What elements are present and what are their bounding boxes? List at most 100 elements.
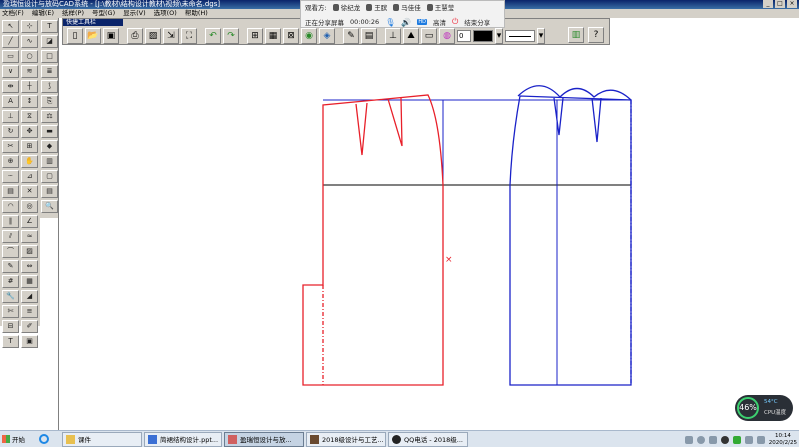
stop-share-button[interactable]: 结束分享 (464, 17, 490, 27)
rect-tool-icon[interactable]: ▭ (2, 50, 19, 63)
arc-tool-icon[interactable]: ◠ (2, 200, 19, 213)
qq-tray-icon[interactable] (720, 435, 729, 444)
line-width-input[interactable]: 0 (457, 30, 471, 42)
drawing-canvas[interactable]: × (59, 45, 799, 430)
spiral-icon[interactable]: ◎ (21, 200, 38, 213)
circle-tool-icon[interactable]: ○ (21, 50, 38, 63)
ruler-grid-icon[interactable]: ▥ (568, 27, 584, 43)
ie-browser-icon[interactable] (39, 434, 49, 444)
security-icon[interactable] (732, 435, 741, 444)
ruffle-icon[interactable]: ≈ (21, 230, 38, 243)
rotate-icon[interactable]: ↻ (2, 125, 19, 138)
keyboard-icon[interactable] (684, 435, 693, 444)
undo-icon[interactable]: ↶ (205, 28, 221, 44)
start-button[interactable]: 开始 (0, 432, 30, 447)
panel-icon[interactable]: ▤ (41, 185, 58, 198)
help-icon[interactable]: ? (588, 27, 604, 43)
frame-icon[interactable]: ▣ (21, 335, 38, 348)
menu-options[interactable]: 选项(O) (154, 9, 177, 18)
select-arrow-icon[interactable]: ↖ (2, 20, 19, 33)
scissors-icon[interactable]: ✄ (2, 305, 19, 318)
angle-icon[interactable]: ∠ (21, 215, 38, 228)
layers-icon[interactable]: ≡ (21, 305, 38, 318)
volume-icon[interactable] (756, 435, 765, 444)
pleat-tool-icon[interactable]: ≋ (21, 65, 38, 78)
task-item-ppt[interactable]: 简裙结构设计.ppt... (144, 431, 222, 447)
task-item-cad[interactable]: 盈瑞恒设计与放... (224, 431, 304, 447)
merge-icon[interactable]: ⊞ (21, 140, 38, 153)
open-folder-icon[interactable]: 📂 (85, 28, 101, 44)
table-view-icon[interactable]: ▤ (361, 28, 377, 44)
chevron-down-icon[interactable]: ▾ (495, 28, 503, 44)
magnify-icon[interactable]: 🔍 (41, 200, 58, 213)
plot-icon[interactable]: ▨ (145, 28, 161, 44)
fullscreen-icon[interactable]: ⛶ (181, 28, 197, 44)
grade-icon[interactable]: ⊿ (21, 170, 38, 183)
mirror-icon[interactable]: ⧖ (21, 110, 38, 123)
zoom-icon[interactable]: ⊕ (2, 155, 19, 168)
copy-icon[interactable]: ⎘ (41, 95, 58, 108)
dart-tool-icon[interactable]: ∨ (2, 65, 19, 78)
ime-icon[interactable] (708, 435, 717, 444)
grain-line-icon[interactable]: ↕ (21, 95, 38, 108)
line-type-picker[interactable] (505, 30, 535, 42)
menu-file[interactable]: 文档(F) (2, 9, 24, 18)
seam-icon[interactable]: ┄ (2, 170, 19, 183)
label-icon[interactable]: ▤ (2, 185, 19, 198)
measure-icon[interactable]: ⇹ (2, 80, 19, 93)
move-icon[interactable]: ✥ (21, 125, 38, 138)
point-select-icon[interactable]: ⊹ (21, 20, 38, 33)
fill-icon[interactable]: ▨ (21, 245, 38, 258)
line-tool-icon[interactable]: ╱ (2, 35, 19, 48)
print-icon[interactable]: ⎙ (127, 28, 143, 44)
shape-icon[interactable]: ◆ (41, 140, 58, 153)
front-skirt-pattern[interactable] (302, 94, 444, 386)
text-icon[interactable]: T (41, 20, 58, 33)
fill-bucket-icon[interactable]: ◈ (319, 28, 335, 44)
stretch-icon[interactable]: ⇔ (21, 260, 38, 273)
menu-view[interactable]: 显示(V) (123, 9, 146, 18)
axis-icon[interactable]: ⊥ (385, 28, 401, 44)
pen-icon[interactable]: ✐ (21, 320, 38, 333)
help-tray-icon[interactable] (696, 435, 705, 444)
pan-icon[interactable]: ✋ (21, 155, 38, 168)
wrench-icon[interactable]: 🔧 (2, 290, 19, 303)
align-icon[interactable]: ⊟ (2, 320, 19, 333)
grid-snap-icon[interactable]: ⊞ (247, 28, 263, 44)
minimize-button[interactable]: _ (763, 0, 773, 8)
cut-icon[interactable]: ✂ (2, 140, 19, 153)
window-icon[interactable]: ▢ (41, 170, 58, 183)
fit-view-icon[interactable]: ⊠ (283, 28, 299, 44)
trace-icon[interactable]: ≣ (41, 65, 58, 78)
system-clock[interactable]: 10:14 2020/2/25 (769, 433, 797, 447)
layer-table-icon[interactable]: ▦ (265, 28, 281, 44)
sleeve-icon[interactable]: ◢ (21, 290, 38, 303)
menu-help[interactable]: 帮助(H) (185, 9, 208, 18)
split-icon[interactable]: ⫽ (2, 230, 19, 243)
microphone-icon[interactable]: 🎙 (385, 18, 395, 27)
square-icon[interactable]: □ (41, 50, 58, 63)
chevron-down-icon[interactable]: ▾ (537, 28, 545, 44)
task-item-course[interactable]: 2018级设计与工艺... (306, 431, 386, 447)
t-square-icon[interactable]: T (2, 335, 19, 348)
mark-icon[interactable]: ✎ (2, 260, 19, 273)
color-picker[interactable] (473, 30, 493, 42)
maximize-button[interactable]: □ (775, 0, 785, 8)
line-style-icon[interactable]: ▭ (421, 28, 437, 44)
balance-icon[interactable]: ⚖ (41, 110, 58, 123)
menu-edit[interactable]: 编辑(E) (32, 9, 54, 18)
task-item-folder[interactable]: 课件 (62, 431, 142, 447)
pencil-icon[interactable]: ✎ (343, 28, 359, 44)
notch-tool-icon[interactable]: ⊥ (2, 110, 19, 123)
export-icon[interactable]: ⇲ (163, 28, 179, 44)
grid-icon[interactable]: ▦ (21, 275, 38, 288)
menu-size[interactable]: 号型(G) (92, 9, 115, 18)
bend-icon[interactable]: ⌒ (2, 245, 19, 258)
new-file-icon[interactable]: ▯ (67, 28, 83, 44)
ruler2-icon[interactable]: ▬ (41, 125, 58, 138)
table-icon[interactable]: ▥ (41, 155, 58, 168)
delete-icon[interactable]: ✕ (21, 185, 38, 198)
zoom-green-icon[interactable]: ◉ (301, 28, 317, 44)
close-button[interactable]: × (787, 0, 797, 8)
save-icon[interactable]: ▣ (103, 28, 119, 44)
